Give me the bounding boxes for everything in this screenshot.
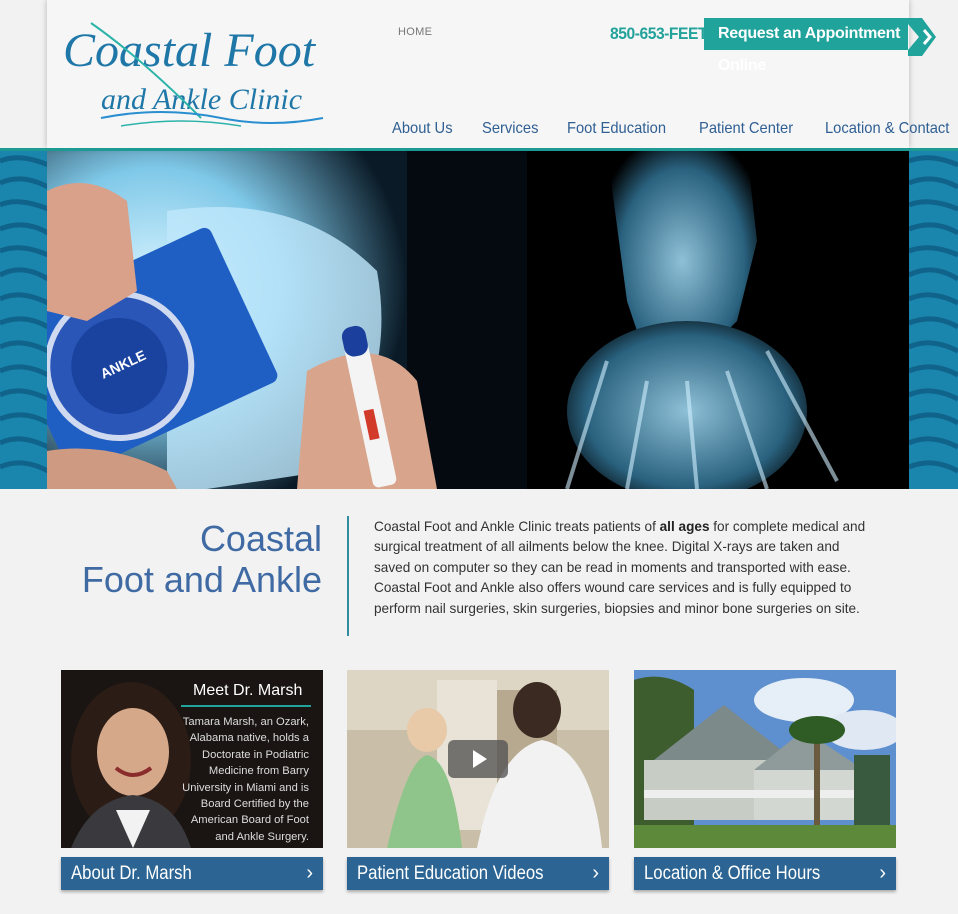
- intro-title-line2: Foot and Ankle: [81, 559, 322, 600]
- meet-dr-marsh-heading: Meet Dr. Marsh: [193, 682, 303, 699]
- nav-services[interactable]: Services: [482, 120, 538, 138]
- logo-text-line2: and Ankle Clinic: [101, 83, 302, 116]
- about-dr-marsh-button[interactable]: About Dr. Marsh ›: [61, 857, 323, 890]
- request-appointment-label: Request an Appointment Online: [718, 25, 901, 74]
- logo-graphic: Coastal Foot and Ankle Clinic: [63, 22, 324, 127]
- heading-underline: [181, 705, 311, 707]
- request-appointment-button[interactable]: Request an Appointment Online: [704, 18, 908, 74]
- phone-number[interactable]: 850-653-FEET: [610, 24, 708, 44]
- video-thumbnail: [347, 670, 609, 848]
- intro-paragraph: Coastal Foot and Ankle Clinic treats pat…: [374, 517, 874, 619]
- chevron-right-icon[interactable]: [908, 18, 936, 56]
- clinic-building-photo: [634, 670, 896, 848]
- location-office-hours-button[interactable]: Location & Office Hours ›: [634, 857, 896, 890]
- location-card[interactable]: [634, 670, 896, 848]
- nav-foot-education[interactable]: Foot Education: [567, 120, 666, 138]
- header-divider: [0, 148, 958, 151]
- intro-divider: [347, 516, 349, 636]
- nav-about-us[interactable]: About Us: [392, 120, 453, 138]
- intro-title: Coastal Foot and Ankle: [40, 518, 322, 600]
- location-office-hours-label: Location & Office Hours: [644, 863, 821, 884]
- clinic-logo[interactable]: Coastal Foot and Ankle Clinic: [61, 8, 333, 136]
- dr-marsh-card[interactable]: Meet Dr. Marsh Tamara Marsh, an Ozark, A…: [61, 670, 323, 848]
- intro-text-start: Coastal Foot and Ankle Clinic treats pat…: [374, 519, 660, 534]
- hero-xray-image: ANKLE: [47, 151, 909, 489]
- intro-title-line1: Coastal: [199, 518, 322, 559]
- main-nav: About Us Services Foot Education Patient…: [392, 120, 958, 138]
- xray-image: ANKLE: [47, 151, 909, 489]
- dr-marsh-bio: Tamara Marsh, an Ozark, Alabama native, …: [182, 716, 309, 843]
- nav-location-contact[interactable]: Location & Contact: [825, 120, 949, 138]
- patient-education-videos-label: Patient Education Videos: [357, 863, 544, 884]
- nav-patient-center[interactable]: Patient Center: [699, 120, 793, 138]
- home-link[interactable]: HOME: [398, 26, 432, 38]
- patient-video-card[interactable]: [347, 670, 609, 848]
- chevron-right-icon: ›: [592, 862, 599, 884]
- chevron-right-icon: ›: [306, 862, 313, 884]
- intro-text-bold: all ages: [659, 519, 710, 534]
- chevron-right-icon: ›: [879, 862, 886, 884]
- patient-education-videos-button[interactable]: Patient Education Videos ›: [347, 857, 609, 890]
- site-header: Coastal Foot and Ankle Clinic HOME 850-6…: [47, 0, 949, 148]
- logo-text-line1: Coastal Foot: [63, 24, 317, 77]
- about-dr-marsh-label: About Dr. Marsh: [71, 863, 192, 884]
